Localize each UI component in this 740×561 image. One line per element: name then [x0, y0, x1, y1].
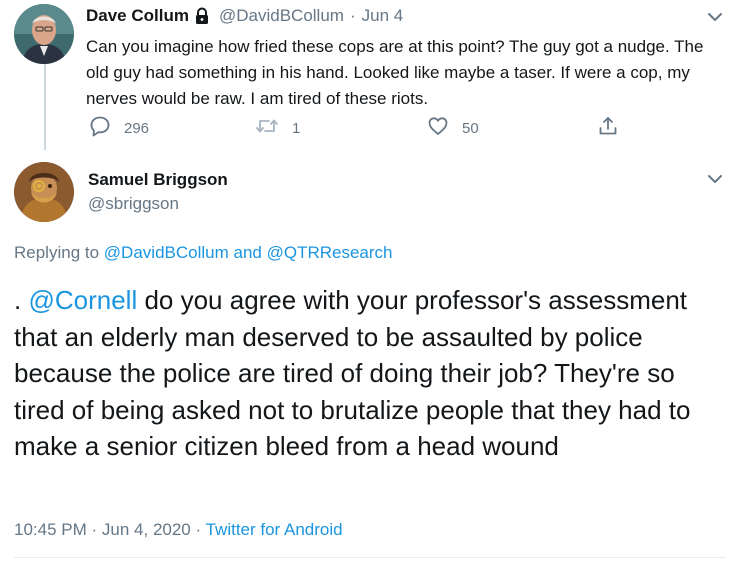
chevron-down-icon[interactable]: [706, 10, 724, 22]
like-button[interactable]: 50: [426, 114, 479, 142]
replying-mention-2[interactable]: @QTRResearch: [267, 243, 393, 262]
tweet-text: Can you imagine how fried these cops are…: [86, 37, 704, 108]
share-button[interactable]: [596, 114, 632, 142]
tweet-time[interactable]: 10:45 PM: [14, 520, 87, 539]
tweet-date[interactable]: Jun 4, 2020: [102, 520, 191, 539]
chevron-down-icon[interactable]: [706, 172, 724, 184]
author-name[interactable]: Dave Collum: [86, 6, 189, 26]
retweet-button[interactable]: 1: [254, 114, 300, 142]
like-count: 50: [462, 119, 479, 137]
avatar[interactable]: [14, 162, 74, 222]
replying-to: Replying to @DavidBCollum and @QTRResear…: [14, 243, 393, 263]
separator-dot: ·: [349, 6, 356, 25]
separator-dot: ·: [91, 520, 98, 539]
replying-mention-1[interactable]: @DavidBCollum: [104, 243, 229, 262]
share-icon: [596, 114, 632, 142]
heart-icon: [426, 114, 462, 142]
tweet-actions: 296 1 50: [86, 114, 626, 142]
tweet-text-prefix: .: [14, 285, 29, 315]
tweet-meta: 10:45 PM · Jun 4, 2020 · Twitter for And…: [14, 520, 343, 540]
author-name[interactable]: Samuel Briggson: [88, 170, 228, 190]
author-handle[interactable]: @sbriggson: [88, 194, 179, 214]
lock-icon: [193, 7, 213, 25]
divider: [14, 557, 726, 558]
tweet-source-link[interactable]: Twitter for Android: [206, 520, 343, 539]
mention-link[interactable]: @Cornell: [28, 285, 137, 315]
tweet-header: Dave Collum @DavidBCollum · Jun 4: [86, 6, 403, 26]
separator-dot: ·: [195, 520, 202, 539]
replying-and[interactable]: and: [234, 243, 262, 262]
retweet-icon: [254, 114, 292, 142]
reply-icon: [88, 114, 124, 142]
reply-button[interactable]: 296: [88, 114, 149, 142]
author-handle[interactable]: @DavidBCollum: [219, 6, 344, 26]
reply-count: 296: [124, 119, 150, 137]
replying-prefix: Replying to: [14, 243, 100, 262]
parent-tweet[interactable]: Dave Collum @DavidBCollum · Jun 4 Can yo…: [0, 0, 740, 160]
retweet-count: 1: [292, 119, 301, 137]
tweet-text: . @Cornell do you agree with your profes…: [14, 282, 724, 465]
tweet-date[interactable]: Jun 4: [362, 6, 404, 26]
avatar[interactable]: [14, 4, 74, 64]
